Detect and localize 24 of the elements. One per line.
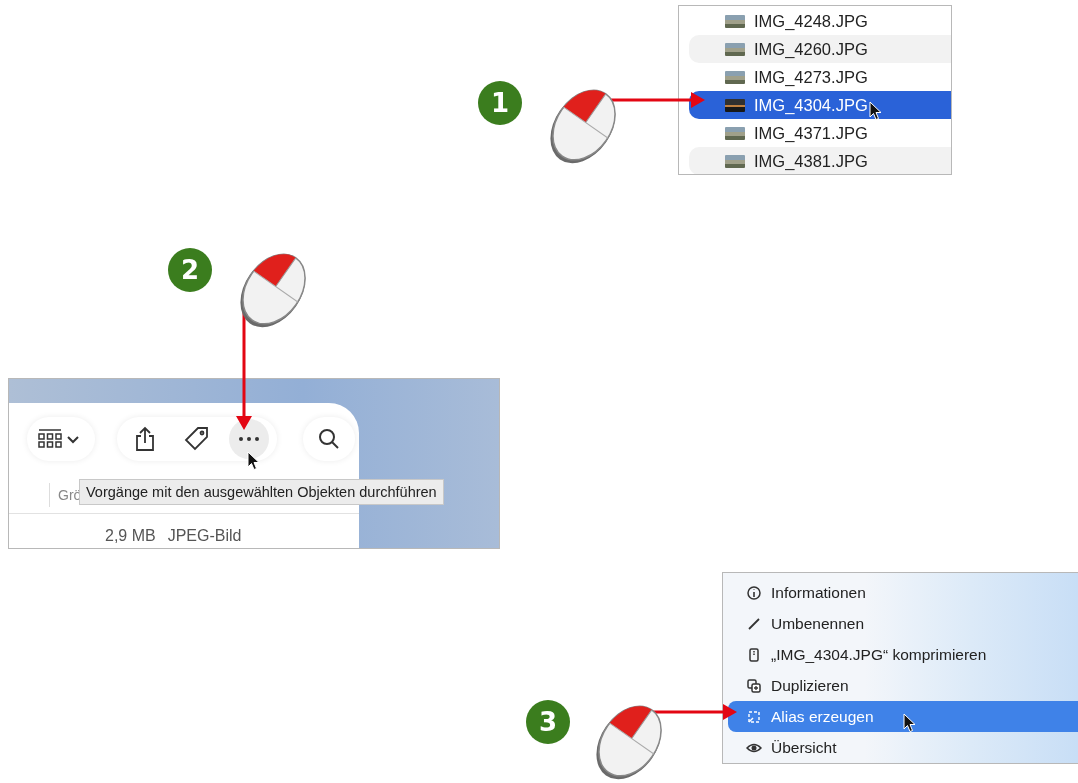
- file-row[interactable]: IMG_4371.JPG: [689, 119, 951, 147]
- tooltip: Vorgänge mit den ausgewählten Objekten durchführen: [79, 479, 444, 505]
- menu-item[interactable]: Umbenennen: [728, 608, 1078, 639]
- menu-item[interactable]: „IMG_4304.JPG“ komprimieren: [728, 639, 1078, 670]
- menu-item[interactable]: Duplizieren: [728, 670, 1078, 701]
- file-size: 2,9 MB: [105, 527, 156, 545]
- file-name: IMG_4371.JPG: [754, 123, 868, 143]
- file-name: IMG_4381.JPG: [754, 151, 868, 171]
- file-row[interactable]: IMG_4381.JPG: [689, 147, 951, 174]
- step-number-badge: 2: [168, 248, 212, 292]
- file-row[interactable]: IMG_4273.JPG: [689, 63, 951, 91]
- file-kind: JPEG-Bild: [167, 527, 242, 545]
- menu-item[interactable]: Alias erzeugen: [728, 701, 1078, 732]
- menu-item[interactable]: Übersicht: [728, 732, 1078, 763]
- file-row[interactable]: IMG_4304.JPG: [689, 91, 951, 119]
- step-number-badge: 1: [478, 81, 522, 125]
- file-row[interactable]: IMG_4248.JPG: [689, 7, 951, 35]
- file-name: IMG_4248.JPG: [754, 11, 868, 31]
- file-name: IMG_4304.JPG: [754, 95, 868, 115]
- file-name: IMG_4273.JPG: [754, 67, 868, 87]
- step-number-badge: 3: [526, 700, 570, 744]
- file-name: IMG_4260.JPG: [754, 39, 868, 59]
- file-row[interactable]: IMG_4260.JPG: [689, 35, 951, 63]
- menu-item[interactable]: Informationen: [728, 577, 1078, 608]
